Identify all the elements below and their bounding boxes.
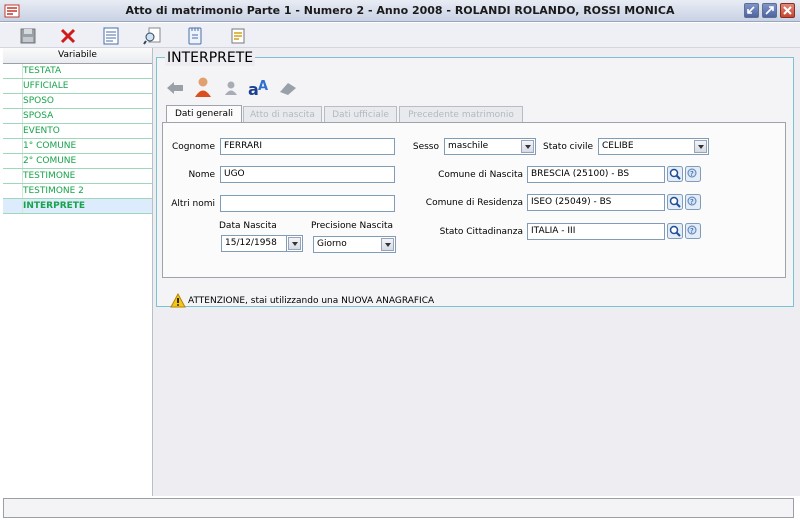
svg-text:?: ? — [690, 170, 694, 178]
stato-civile-select[interactable]: CELIBE — [598, 138, 709, 155]
chevron-down-icon — [694, 140, 707, 153]
sidebar-item-evento[interactable]: EVENTO — [3, 124, 152, 139]
comune-nascita-label: Comune di Nascita — [438, 170, 523, 180]
section-title: INTERPRETE — [165, 50, 256, 66]
precisione-nascita-value: Giorno — [317, 239, 347, 249]
delete-icon[interactable] — [58, 26, 78, 46]
sidebar-item-sposo[interactable]: SPOSO — [3, 94, 152, 109]
sidebar-item-interprete[interactable]: INTERPRETE — [3, 199, 152, 214]
svg-text:?: ? — [690, 227, 694, 235]
svg-text:A: A — [258, 79, 268, 94]
main-content: INTERPRETE a A Dati generali Atto di nas… — [153, 48, 800, 496]
sesso-value: maschile — [448, 141, 489, 151]
cognome-label: Cognome — [171, 142, 215, 152]
date-picker-button[interactable] — [287, 235, 303, 252]
lookup-icon[interactable]: ? — [685, 194, 701, 210]
chevron-down-icon — [288, 237, 301, 250]
minimize-icon[interactable] — [744, 3, 759, 18]
altri-nomi-field[interactable] — [220, 195, 395, 212]
sidebar-item-sposa[interactable]: SPOSA — [3, 109, 152, 124]
svg-text:?: ? — [690, 198, 694, 206]
sidebar-item-primo-comune[interactable]: 1° COMUNE — [3, 139, 152, 154]
sidebar-item-secondo-comune[interactable]: 2° COMUNE — [3, 154, 152, 169]
comune-residenza-field[interactable]: ISEO (25049) - BS — [527, 194, 665, 211]
lookup-icon[interactable]: ? — [685, 166, 701, 182]
tab-precedente-matrimonio[interactable]: Precedente matrimonio — [399, 106, 523, 123]
print-icon[interactable] — [228, 26, 248, 46]
warning-icon — [170, 293, 186, 308]
person-gray-icon[interactable] — [223, 80, 239, 96]
sesso-select[interactable]: maschile — [444, 138, 536, 155]
interprete-group: INTERPRETE a A Dati generali Atto di nas… — [156, 50, 794, 308]
tab-dati-ufficiale[interactable]: Dati ufficiale — [324, 106, 397, 123]
chevron-down-icon — [521, 140, 534, 153]
stato-civile-value: CELIBE — [602, 141, 634, 151]
document-icon[interactable] — [101, 26, 121, 46]
close-icon[interactable] — [780, 3, 795, 18]
variables-header: Variabile — [3, 48, 152, 64]
status-bar — [3, 498, 794, 518]
cittadinanza-label: Stato Cittadinanza — [439, 227, 523, 237]
cognome-field[interactable]: FERRARI — [220, 138, 395, 155]
back-arrow-icon[interactable] — [165, 80, 185, 96]
data-nascita-label: Data Nascita — [219, 221, 277, 231]
search-icon[interactable] — [667, 194, 683, 210]
comune-residenza-label: Comune di Residenza — [425, 198, 523, 208]
maximize-icon[interactable] — [762, 3, 777, 18]
variables-panel: Variabile TESTATA UFFICIALE SPOSO SPOSA … — [3, 48, 153, 496]
tab-panel-dati-generali: Cognome FERRARI Nome UGO Altri nomi Data… — [162, 122, 786, 278]
data-nascita-field[interactable]: 15/12/1958 — [221, 235, 287, 252]
tab-atto-di-nascita[interactable]: Atto di nascita — [243, 106, 322, 123]
lookup-icon[interactable]: ? — [685, 223, 701, 239]
person-icon[interactable] — [193, 76, 213, 98]
preview-icon[interactable] — [143, 26, 163, 46]
precisione-nascita-label: Precisione Nascita — [311, 221, 393, 231]
save-icon[interactable] — [18, 26, 38, 46]
notes-icon[interactable] — [185, 26, 205, 46]
font-icon[interactable]: a A — [247, 76, 271, 98]
window-title: Atto di matrimonio Parte 1 - Numero 2 - … — [125, 4, 675, 17]
sidebar-item-testata[interactable]: TESTATA — [3, 64, 152, 79]
nome-field[interactable]: UGO — [220, 166, 395, 183]
cittadinanza-field[interactable]: ITALIA - III — [527, 223, 665, 240]
sidebar-item-testimone-2[interactable]: TESTIMONE 2 — [3, 184, 152, 199]
warning-text: ATTENZIONE, stai utilizzando una NUOVA A… — [188, 296, 435, 306]
search-icon[interactable] — [667, 166, 683, 182]
toolbar — [0, 23, 800, 48]
chevron-down-icon — [381, 238, 394, 251]
sesso-label: Sesso — [412, 142, 439, 152]
title-bar: Atto di matrimonio Parte 1 - Numero 2 - … — [0, 0, 800, 22]
altri-nomi-label: Altri nomi — [171, 199, 215, 209]
eraser-icon[interactable] — [278, 80, 298, 96]
sidebar-item-testimone[interactable]: TESTIMONE — [3, 169, 152, 184]
sidebar-item-ufficiale[interactable]: UFFICIALE — [3, 79, 152, 94]
precisione-nascita-select[interactable]: Giorno — [313, 236, 396, 253]
nome-label: Nome — [188, 170, 215, 180]
comune-nascita-field[interactable]: BRESCIA (25100) - BS — [527, 166, 665, 183]
search-icon[interactable] — [667, 223, 683, 239]
stato-civile-label: Stato civile — [543, 142, 593, 152]
